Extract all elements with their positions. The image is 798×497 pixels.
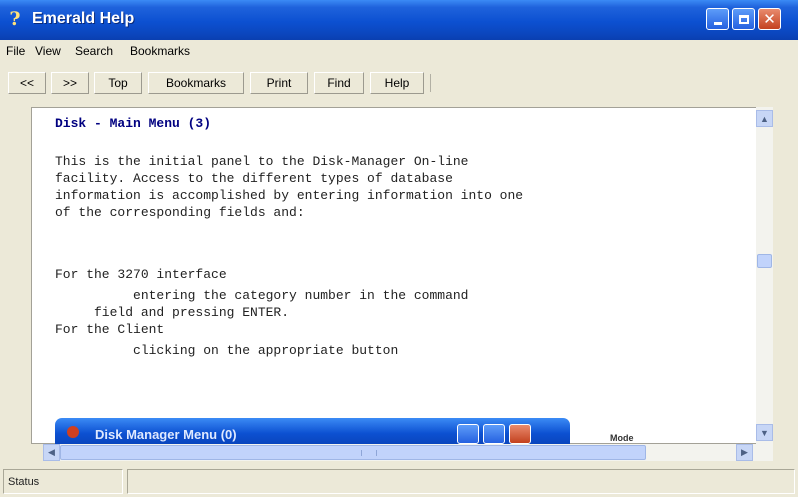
close-button[interactable]: ✕ bbox=[758, 8, 781, 30]
vertical-scrollbar[interactable]: ▲ ▼ bbox=[756, 107, 773, 444]
scroll-right-button[interactable]: ▶ bbox=[736, 444, 753, 461]
child-window-title: Disk Manager Menu (0) bbox=[95, 427, 237, 442]
print-button[interactable]: Print bbox=[250, 72, 308, 94]
mode-label: Mode bbox=[610, 433, 634, 443]
topic-heading: Disk - Main Menu (3) bbox=[55, 116, 212, 131]
app-icon bbox=[67, 426, 79, 438]
title-bar[interactable]: ? Emerald Help ✕ bbox=[0, 0, 798, 40]
scroll-grip bbox=[361, 450, 377, 456]
scroll-up-button[interactable]: ▲ bbox=[756, 110, 773, 127]
horizontal-scrollbar[interactable]: ◀ ▶ bbox=[43, 444, 773, 461]
maximize-icon bbox=[738, 14, 749, 24]
child-minimize-button[interactable] bbox=[457, 424, 479, 444]
content-line: For the Client bbox=[55, 322, 165, 337]
minimize-icon bbox=[713, 21, 722, 25]
status-bar: Status bbox=[0, 466, 798, 497]
content-line: entering the category number in the comm… bbox=[55, 288, 469, 303]
chevron-down-icon: ▼ bbox=[760, 427, 769, 438]
minimize-button[interactable] bbox=[706, 8, 729, 30]
horizontal-scroll-thumb[interactable] bbox=[60, 445, 646, 460]
menu-bookmarks[interactable]: Bookmarks bbox=[130, 44, 190, 58]
back-button[interactable]: << bbox=[8, 72, 46, 94]
scroll-down-button[interactable]: ▼ bbox=[756, 424, 773, 441]
status-label: Status bbox=[3, 469, 123, 494]
top-button[interactable]: Top bbox=[94, 72, 142, 94]
find-button[interactable]: Find bbox=[314, 72, 364, 94]
child-window-titlebar[interactable]: Disk Manager Menu (0) bbox=[55, 418, 570, 444]
content-line: clicking on the appropriate button bbox=[55, 343, 399, 358]
chevron-up-icon: ▲ bbox=[760, 113, 769, 124]
child-maximize-button[interactable] bbox=[483, 424, 505, 444]
content-line: field and pressing ENTER. bbox=[55, 305, 290, 320]
content-line: facility. Access to the different types … bbox=[55, 171, 453, 186]
menu-file[interactable]: File bbox=[6, 44, 25, 58]
menu-search[interactable]: Search bbox=[75, 44, 113, 58]
content-line: This is the initial panel to the Disk-Ma… bbox=[55, 154, 469, 169]
vertical-scroll-thumb[interactable] bbox=[757, 254, 772, 268]
question-mark-icon[interactable]: ? bbox=[8, 9, 22, 29]
status-message-pane bbox=[127, 469, 795, 494]
chevron-right-icon: ▶ bbox=[741, 447, 748, 457]
status-text: Status bbox=[8, 476, 40, 488]
toolbar-separator bbox=[430, 74, 431, 92]
child-close-button[interactable] bbox=[509, 424, 531, 444]
menu-bar: File View Search Bookmarks bbox=[0, 40, 798, 62]
help-content-pane[interactable]: Disk - Main Menu (3) This is the initial… bbox=[31, 107, 771, 444]
help-button[interactable]: Help bbox=[370, 72, 424, 94]
close-icon: ✕ bbox=[763, 9, 776, 28]
bookmarks-button[interactable]: Bookmarks bbox=[148, 72, 244, 94]
window-title: Emerald Help bbox=[32, 10, 135, 27]
content-line: information is accomplished by entering … bbox=[55, 188, 524, 203]
chevron-left-icon: ◀ bbox=[48, 447, 55, 457]
maximize-button[interactable] bbox=[732, 8, 755, 30]
forward-button[interactable]: >> bbox=[51, 72, 89, 94]
content-line: of the corresponding fields and: bbox=[55, 205, 305, 220]
scroll-left-button[interactable]: ◀ bbox=[43, 444, 60, 461]
content-line: For the 3270 interface bbox=[55, 267, 227, 282]
toolbar: << >> Top Bookmarks Print Find Help bbox=[0, 62, 798, 100]
menu-view[interactable]: View bbox=[35, 44, 61, 58]
